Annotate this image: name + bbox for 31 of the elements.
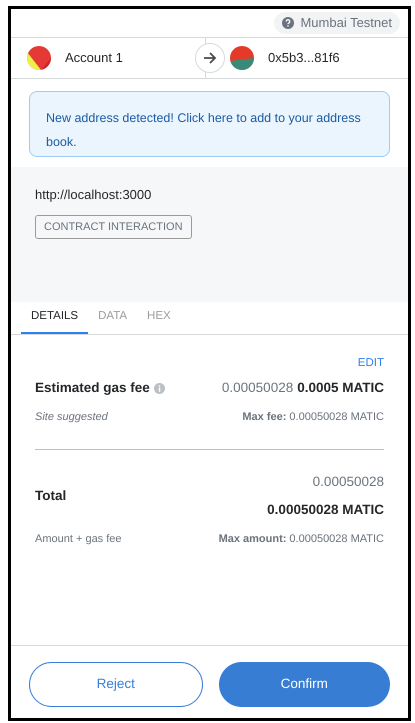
origin-url: http://localhost:3000 — [35, 186, 152, 204]
row-label: Estimated gas fee — [35, 379, 150, 398]
tab[interactable]: HEX — [137, 302, 181, 334]
network-selector[interactable]: Mumbai Testnet — [274, 12, 400, 34]
transaction-type-badge: CONTRACT INTERACTION — [35, 214, 192, 239]
recipient-address: 0x5b3...81f6 — [268, 49, 340, 68]
recipient-avatar-icon — [230, 46, 254, 70]
max-value: 0.00050028 MATIC — [289, 410, 384, 424]
secondary-amount: 0.00050028 — [312, 473, 384, 491]
right-arrow-icon — [202, 52, 216, 64]
new-address-alert[interactable]: New address detected! Click here to add to your address book. — [29, 91, 390, 157]
primary-amount: 0.0005 MATIC — [297, 379, 384, 398]
secondary-amount: 0.00050028 — [222, 379, 294, 398]
max-value: 0.00050028 MATIC — [289, 532, 384, 546]
network-name: Mumbai Testnet — [300, 14, 392, 32]
row-label: Total — [35, 487, 66, 506]
reject-button[interactable]: Reject — [29, 662, 202, 707]
sender-name: Account 1 — [65, 49, 123, 68]
row-subtitle: Site suggested — [35, 410, 108, 424]
tab[interactable]: DETAILS — [21, 302, 88, 334]
alert-message: New address detected! Click here to add to your address book. — [46, 111, 361, 149]
edit-link[interactable]: EDIT — [358, 355, 384, 372]
primary-amount: 0.00050028 MATIC — [267, 501, 384, 520]
info-icon — [154, 382, 165, 394]
account-avatar-icon — [27, 46, 51, 70]
row-subtitle: Amount + gas fee — [35, 532, 122, 546]
max-label: Max fee: — [242, 410, 286, 424]
help-icon — [282, 17, 294, 29]
confirm-button[interactable]: Confirm — [218, 662, 390, 707]
tab[interactable]: DATA — [88, 302, 138, 334]
max-label: Max amount: — [218, 532, 286, 546]
